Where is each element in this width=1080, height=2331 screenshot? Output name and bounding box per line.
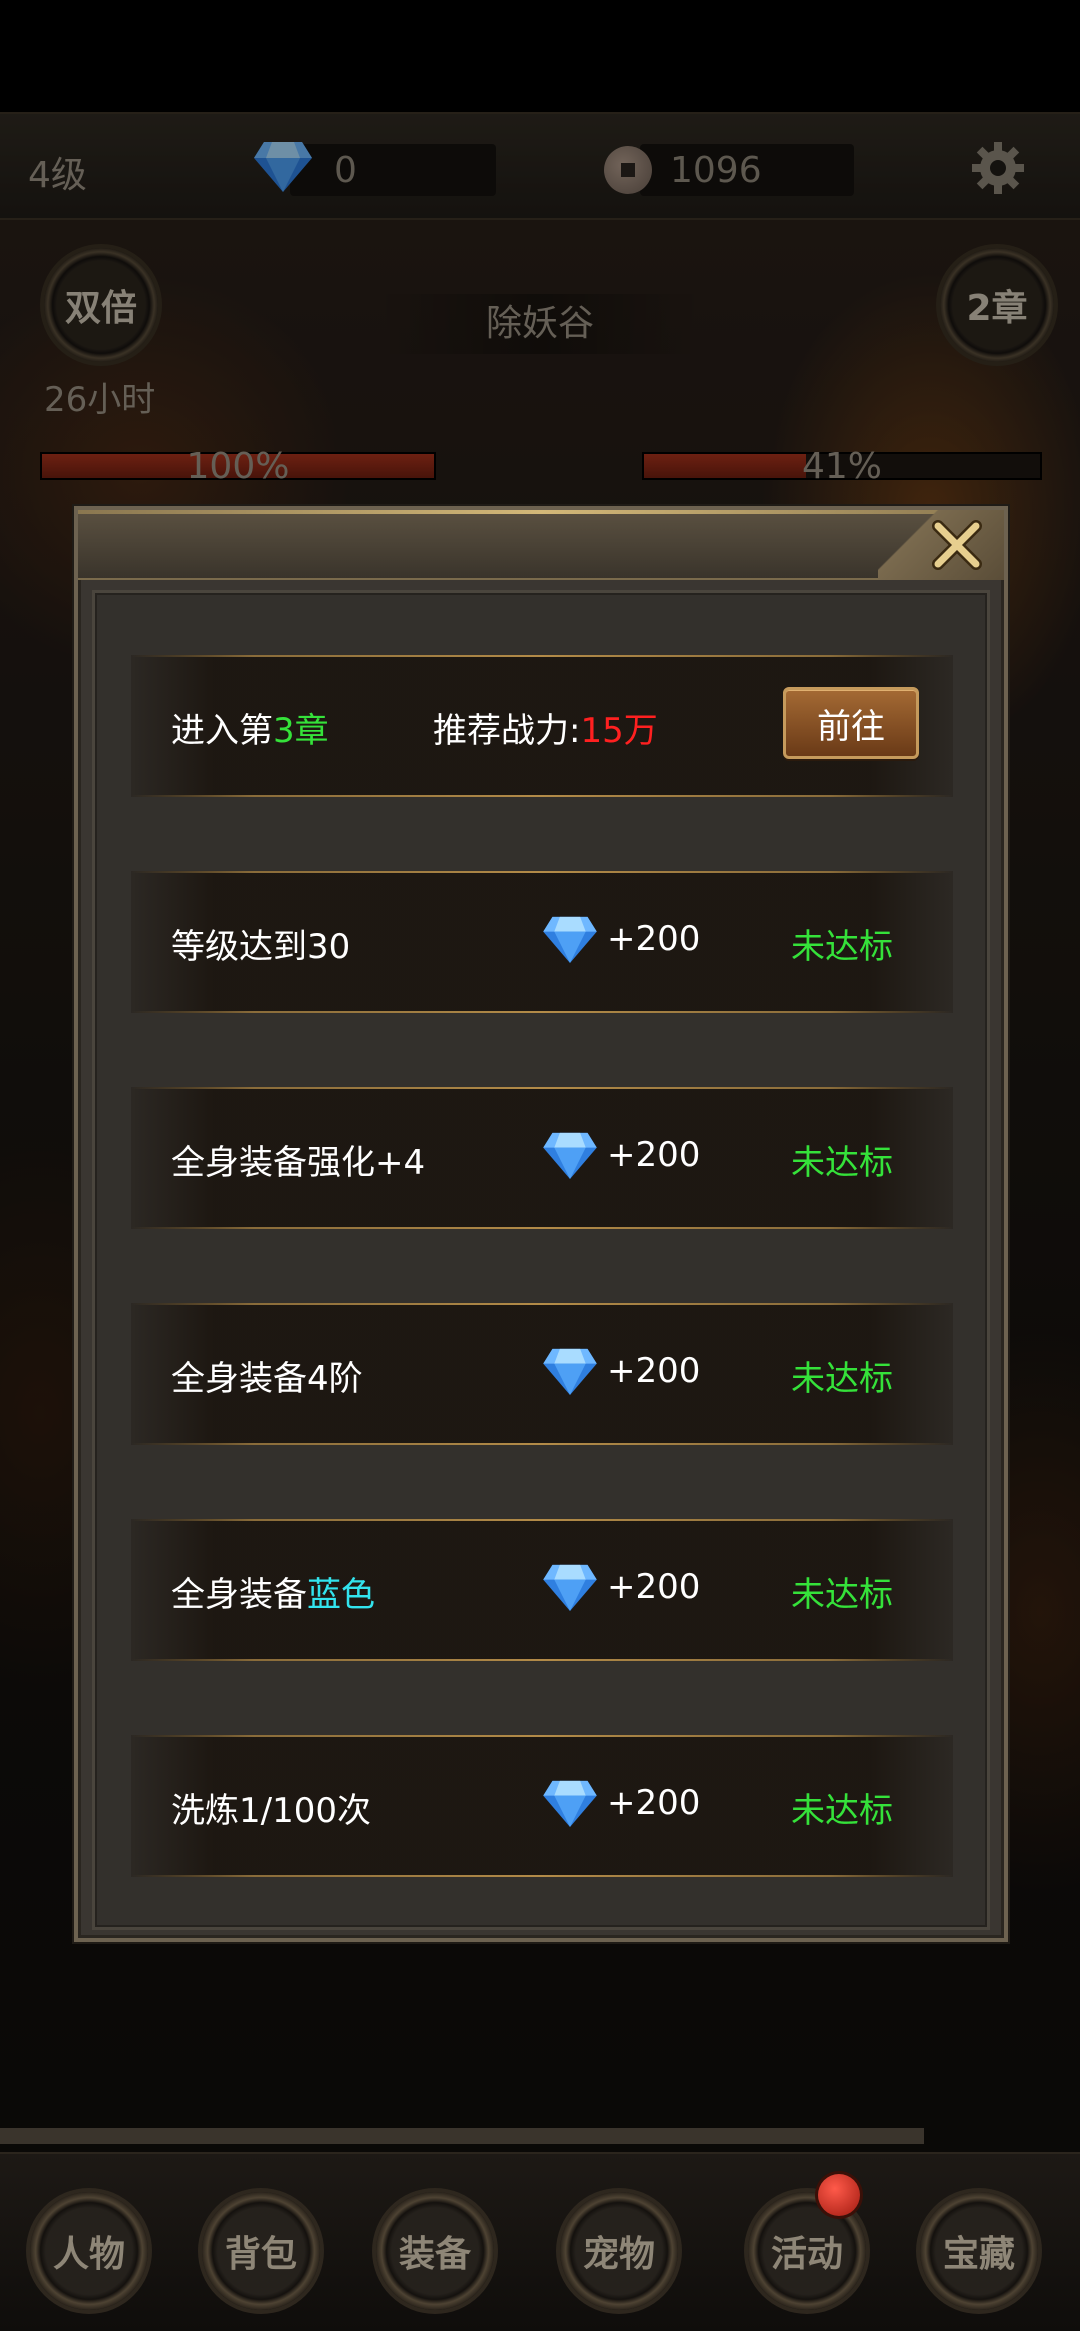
task-row: 洗炼1/100次 +200 未达标 (131, 1735, 953, 1877)
notification-dot (818, 2174, 860, 2216)
reward-amount: +200 (607, 1567, 701, 1607)
task-row: 全身装备强化+4 +200 未达标 (131, 1087, 953, 1229)
nav-treasure[interactable]: 宝藏 (920, 2192, 1038, 2310)
task-status: 未达标 (791, 1575, 893, 1615)
task-status: 未达标 (791, 1143, 893, 1183)
task-row: 全身装备4阶 +200 未达标 (131, 1303, 953, 1445)
task-row: 等级达到30 +200 未达标 (131, 871, 953, 1013)
reward-amount: +200 (607, 1783, 701, 1823)
chapter-entry-text: 进入第3章 (171, 711, 329, 751)
close-icon (932, 520, 982, 570)
task-text: 全身装备强化+4 (171, 1143, 426, 1183)
diamond-icon (543, 1780, 597, 1827)
go-button[interactable]: 前往 (783, 687, 919, 759)
diamond-icon (543, 916, 597, 963)
diamond-icon (543, 1564, 597, 1611)
task-row: 全身装备蓝色 +200 未达标 (131, 1519, 953, 1661)
chapter-task-dialog: 进入第3章 推荐战力:15万 前往 等级达到30 +200 未达标 全身装备强化… (74, 506, 1008, 1942)
task-status: 未达标 (791, 1791, 893, 1831)
close-button[interactable] (878, 510, 1004, 580)
diamond-icon (543, 1132, 597, 1179)
chapter-entry-row: 进入第3章 推荐战力:15万 前往 (131, 655, 953, 797)
task-status: 未达标 (791, 1359, 893, 1399)
reward-amount: +200 (607, 919, 701, 959)
nav-equipment[interactable]: 装备 (376, 2192, 494, 2310)
diamond-icon (543, 1348, 597, 1395)
bottom-nav: 人物 背包 装备 宠物 活动 宝藏 (0, 2152, 1080, 2331)
task-text: 全身装备蓝色 (171, 1575, 375, 1615)
nav-character[interactable]: 人物 (30, 2192, 148, 2310)
task-text: 全身装备4阶 (171, 1359, 363, 1399)
nav-pet[interactable]: 宠物 (560, 2192, 678, 2310)
reward-amount: +200 (607, 1351, 701, 1391)
task-text: 等级达到30 (171, 927, 351, 967)
reward-amount: +200 (607, 1135, 701, 1175)
dialog-header (78, 510, 1004, 580)
recommended-power: 推荐战力:15万 (433, 711, 658, 751)
task-panel: 进入第3章 推荐战力:15万 前往 等级达到30 +200 未达标 全身装备强化… (92, 590, 990, 1930)
exp-strip (0, 2128, 924, 2144)
task-status: 未达标 (791, 927, 893, 967)
nav-bag[interactable]: 背包 (202, 2192, 320, 2310)
task-text: 洗炼1/100次 (171, 1791, 371, 1831)
